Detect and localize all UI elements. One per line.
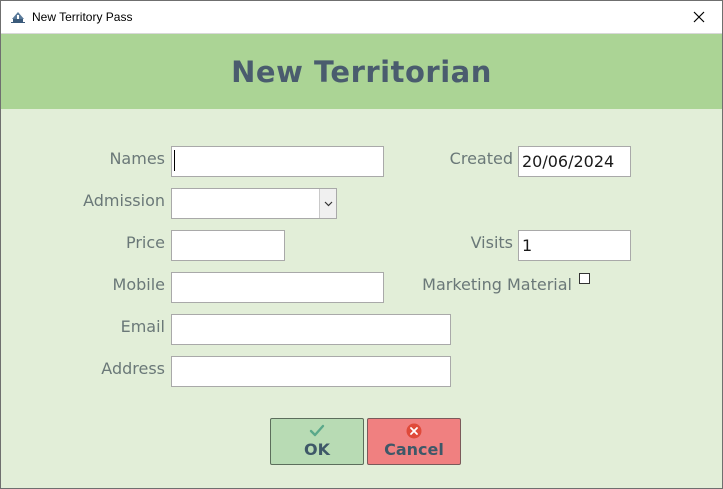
window-title: New Territory Pass [32,10,133,24]
checkmark-icon [309,423,325,439]
created-label: Created [449,149,513,168]
page-title: New Territorian [231,54,492,89]
admission-label: Admission [83,191,165,210]
cancel-button[interactable]: Cancel [367,418,461,465]
email-input[interactable] [171,314,451,345]
price-label: Price [125,233,165,252]
ok-button-label: OK [304,440,330,459]
x-circle-icon [406,423,422,439]
close-icon [693,8,705,27]
names-input[interactable] [171,146,384,177]
chevron-down-icon [324,201,332,206]
visits-input[interactable]: 1 [518,230,631,261]
close-button[interactable] [676,1,722,33]
dialog-window: New Territory Pass New Territorian Names… [0,0,723,489]
text-cursor [174,150,175,171]
title-bar: New Territory Pass [1,1,722,34]
address-input[interactable] [171,356,451,387]
admission-dropdown-button[interactable] [319,189,336,218]
email-label: Email [120,317,165,336]
marketing-material-label: Marketing Material [422,275,572,294]
names-label: Names [109,149,165,168]
admission-select[interactable] [171,188,337,219]
price-input[interactable] [171,230,285,261]
created-date-field[interactable]: 20/06/2024 [518,146,631,177]
mobile-input[interactable] [171,272,384,303]
address-label: Address [101,359,165,378]
app-icon [10,9,26,25]
mobile-label: Mobile [112,275,165,294]
marketing-material-checkbox[interactable] [579,273,590,284]
cancel-button-label: Cancel [384,440,444,459]
visits-label: Visits [470,233,513,252]
ok-button[interactable]: OK [270,418,364,465]
header-banner: New Territorian [1,34,722,109]
